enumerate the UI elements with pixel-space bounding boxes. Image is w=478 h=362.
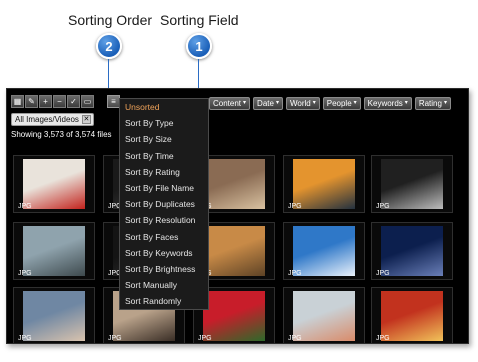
thumbnail-image: [381, 159, 443, 209]
image-browser-window: ▦ ✎ + − ✓ ▭ ≡ Content ▾ Date ▾ World ▾ Peop…: [6, 88, 469, 344]
file-type-label: JPG: [18, 203, 32, 210]
callout-label: Sorting Order: [68, 12, 153, 28]
thumbnail-image: [203, 159, 265, 209]
thumbnail-harbor-boats[interactable]: JPG: [13, 222, 95, 280]
sort-menu-item[interactable]: Sort Manually: [120, 277, 208, 293]
file-type-label: JPG: [198, 335, 212, 342]
thumbnail-image: [293, 226, 355, 276]
file-type-label: JPG: [288, 270, 302, 277]
thumbnail-image: [23, 226, 85, 276]
callout-label: Sorting Field: [160, 12, 239, 28]
thumbnail-grid: JPGJPGJPGJPGJPGJPGJPGJPGJPGJPGJPGJPGJPGJ…: [7, 89, 468, 343]
callout-number-badge: 1: [186, 33, 212, 59]
sort-menu-item[interactable]: Sort By Faces: [120, 229, 208, 245]
thumbnail-child-portrait[interactable]: JPG: [13, 287, 95, 343]
sort-menu-item[interactable]: Sort By Duplicates: [120, 196, 208, 212]
sort-menu-item[interactable]: Sort By Resolution: [120, 212, 208, 228]
sort-menu-item[interactable]: Sort By File Name: [120, 180, 208, 196]
sort-menu-item[interactable]: Unsorted: [120, 99, 208, 116]
thumbnail-image: [23, 291, 85, 341]
sort-menu-item[interactable]: Sort By Type: [120, 115, 208, 131]
file-type-label: JPG: [288, 335, 302, 342]
thumbnail-guitarist[interactable]: JPG: [371, 155, 453, 213]
sort-menu-item[interactable]: Sort By Time: [120, 148, 208, 164]
thumbnail-image: [203, 291, 265, 341]
file-type-label: JPG: [376, 203, 390, 210]
callout-number-badge: 2: [96, 33, 122, 59]
file-type-label: JPG: [18, 335, 32, 342]
thumbnail-blue-sky-clouds[interactable]: JPG: [283, 222, 365, 280]
thumbnail-subway-train[interactable]: JPG: [371, 287, 453, 343]
sort-menu-item[interactable]: Sort Randomly: [120, 293, 208, 309]
file-type-label: JPG: [18, 270, 32, 277]
thumbnail-product-box[interactable]: JPG: [13, 155, 95, 213]
thumbnail-woman-portrait[interactable]: JPG: [283, 287, 365, 343]
sort-menu-item[interactable]: Sort By Keywords: [120, 245, 208, 261]
sort-menu-item[interactable]: Sort By Rating: [120, 164, 208, 180]
thumbnail-image: [293, 159, 355, 209]
thumbnail-image: [203, 226, 265, 276]
file-type-label: JPG: [288, 203, 302, 210]
file-type-label: JPG: [376, 335, 390, 342]
sort-menu-item[interactable]: Sort By Size: [120, 131, 208, 147]
sort-menu-item[interactable]: Sort By Brightness: [120, 261, 208, 277]
file-type-label: JPG: [108, 335, 122, 342]
thumbnail-image: [381, 226, 443, 276]
thumbnail-night-city[interactable]: JPG: [371, 222, 453, 280]
thumbnail-image: [293, 291, 355, 341]
thumbnail-image: [23, 159, 85, 209]
sort-field-menu: Unsorted Sort By Type Sort By Size Sort By …: [119, 98, 209, 311]
file-type-label: JPG: [376, 270, 390, 277]
thumbnail-sunset-sea[interactable]: JPG: [283, 155, 365, 213]
thumbnail-image: [381, 291, 443, 341]
